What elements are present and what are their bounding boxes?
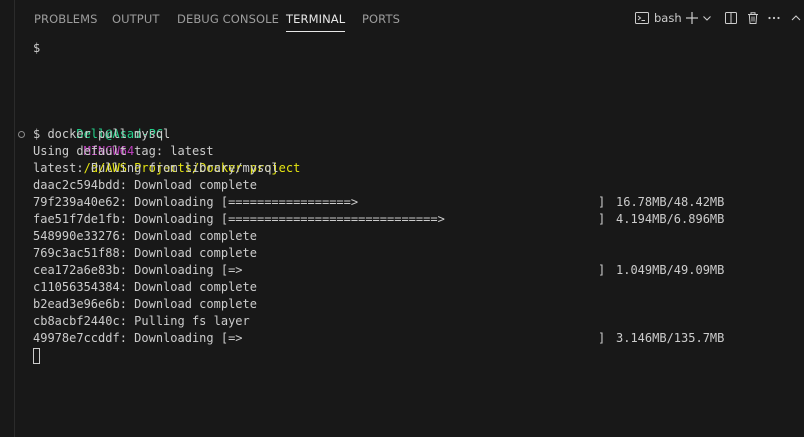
tab-output[interactable]: OUTPUT <box>112 12 159 30</box>
layer-progress-text: fae51f7de1fb: Downloading [=============… <box>33 212 445 226</box>
plus-icon[interactable] <box>684 8 700 28</box>
layer-progress-size: 4.194MB/6.896MB <box>616 212 725 226</box>
terminal-icon <box>634 10 650 26</box>
editor-edge <box>0 0 15 437</box>
layer-progress-size: 1.049MB/49.09MB <box>616 263 725 277</box>
trash-icon[interactable] <box>745 8 761 28</box>
output-line: b2ead3e96e6b: Download complete <box>33 297 257 311</box>
output-line: latest: Pulling from library/mysql <box>33 161 279 175</box>
split-icon[interactable] <box>723 8 739 28</box>
output-line: Using default tag: latest <box>33 144 214 158</box>
terminal-toolbar: bash <box>634 8 804 28</box>
prompt-line: Dell@Asad-PC MINGW64 /d/AWS Projects/Doc… <box>33 109 300 175</box>
tab-ports[interactable]: PORTS <box>362 12 400 30</box>
chevron-down-icon[interactable] <box>701 8 713 28</box>
tab-debug-console[interactable]: DEBUG CONSOLE <box>177 12 279 30</box>
output-line: 769c3ac51f88: Download complete <box>33 246 257 260</box>
layer-progress-bracket: ] <box>598 331 606 345</box>
layer-progress-size: 16.78MB/48.42MB <box>616 195 725 209</box>
output-line: daac2c594bdd: Download complete <box>33 178 257 192</box>
layer-progress-text: cea172a6e83b: Downloading [=> <box>33 263 243 277</box>
layer-progress-size: 3.146MB/135.7MB <box>616 331 725 345</box>
command-decoration-icon[interactable] <box>18 131 25 138</box>
command-line: $ docker pull mysql <box>33 127 171 141</box>
layer-progress-text: 79f239a40e62: Downloading [=============… <box>33 195 359 209</box>
output-line: c11056354384: Download complete <box>33 280 257 294</box>
shell-selector[interactable]: bash <box>634 8 690 28</box>
chevron-up-icon[interactable] <box>788 8 804 28</box>
shell-label: bash <box>654 11 682 25</box>
tab-problems[interactable]: PROBLEMS <box>34 12 98 30</box>
initial-prompt: $ <box>33 41 41 55</box>
terminal-output[interactable]: $ Dell@Asad-PC MINGW64 /d/AWS Projects/D… <box>18 40 804 437</box>
tab-terminal[interactable]: TERMINAL <box>286 12 346 32</box>
layer-progress-text: 49978e7ccddf: Downloading [=> <box>33 331 243 345</box>
output-line: cb8acbf2440c: Pulling fs layer <box>33 314 250 328</box>
terminal-panel: PROBLEMS OUTPUT DEBUG CONSOLE TERMINAL P… <box>15 0 804 437</box>
ellipsis-icon[interactable] <box>766 8 782 28</box>
terminal-cursor <box>33 348 40 364</box>
layer-progress-bracket: ] <box>598 195 606 209</box>
layer-progress-bracket: ] <box>598 263 606 277</box>
panel-tab-bar: PROBLEMS OUTPUT DEBUG CONSOLE TERMINAL P… <box>15 0 804 36</box>
layer-progress-bracket: ] <box>598 212 606 226</box>
output-line: 548990e33276: Download complete <box>33 229 257 243</box>
